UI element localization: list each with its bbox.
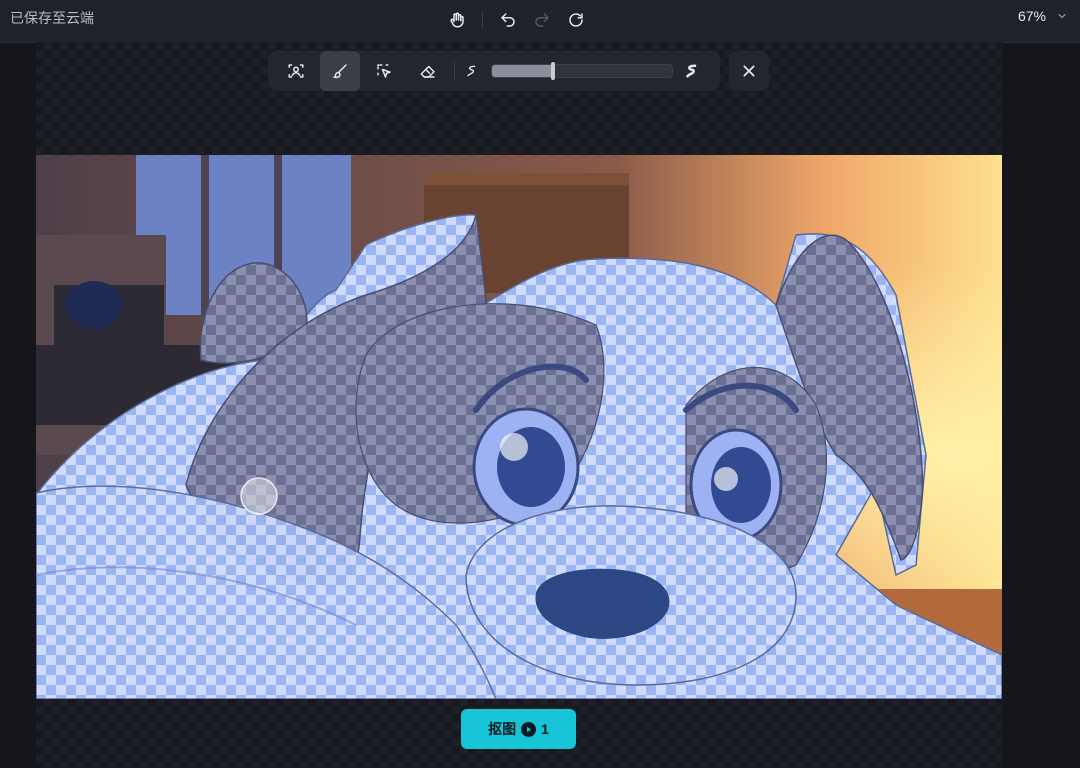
brush-icon	[333, 64, 347, 79]
eraser-button[interactable]	[408, 51, 448, 91]
image-canvas	[36, 155, 1002, 699]
credit-cost: 1	[541, 721, 549, 737]
cutout-button-label: 抠图	[488, 721, 517, 737]
chevron-down-icon	[1058, 13, 1066, 19]
toolbar-divider	[454, 62, 455, 80]
brush-size-slider[interactable]	[491, 62, 673, 80]
smart-select-button[interactable]	[364, 51, 404, 91]
toolbar-divider	[482, 12, 483, 28]
reset-icon	[569, 13, 583, 27]
hand-tool-button[interactable]	[440, 6, 474, 34]
cushion	[66, 281, 122, 329]
brush-cursor	[240, 477, 278, 515]
close-icon	[743, 65, 755, 77]
portrait-select-icon	[288, 64, 304, 78]
history-controls	[440, 6, 593, 34]
cutout-button[interactable]: 抠图 1	[461, 709, 576, 749]
smart-select-icon	[377, 64, 391, 78]
top-bar: 已保存至云端 67%	[0, 0, 1080, 43]
undo-button[interactable]	[491, 6, 525, 34]
brush-size-large-icon	[681, 62, 703, 80]
brush-size-small-icon	[461, 63, 483, 79]
portrait-select-button[interactable]	[276, 51, 316, 91]
eraser-icon	[420, 65, 435, 78]
edited-image[interactable]	[36, 155, 1002, 699]
reset-button[interactable]	[559, 6, 593, 34]
redo-icon	[535, 13, 549, 27]
brush-button[interactable]	[320, 51, 360, 91]
redo-button[interactable]	[525, 6, 559, 34]
zoom-dropdown[interactable]: 67%	[1018, 8, 1068, 24]
zoom-level: 67%	[1017, 8, 1046, 24]
brush-size-handle[interactable]	[551, 62, 555, 80]
undo-icon	[501, 13, 515, 27]
brush-size-fill	[492, 65, 553, 77]
save-status: 已保存至云端	[10, 10, 94, 26]
hand-icon	[450, 12, 464, 28]
close-button[interactable]	[729, 51, 769, 91]
credit-icon	[521, 721, 537, 737]
mask-toolbar	[268, 51, 720, 91]
